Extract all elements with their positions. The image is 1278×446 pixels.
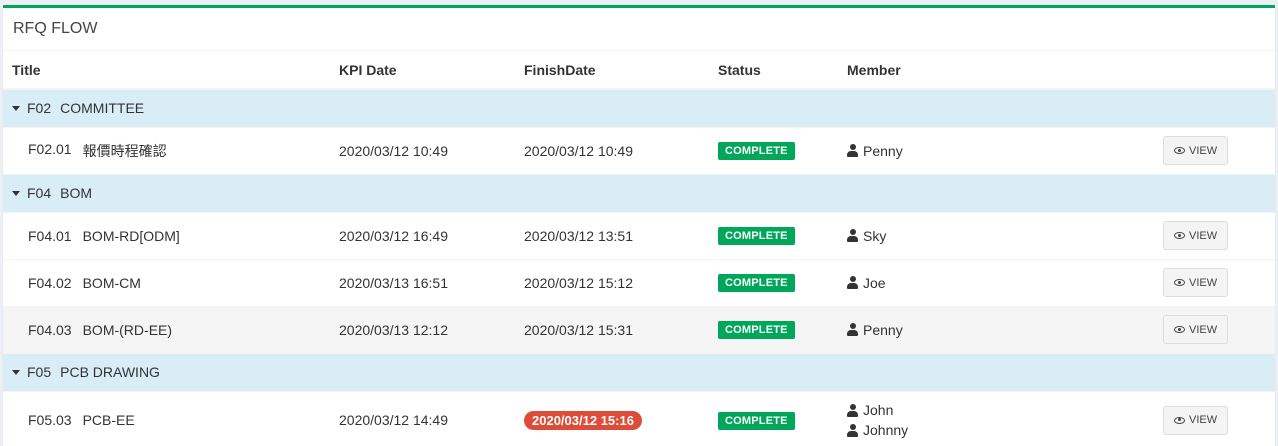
- kpi-date: 2020/03/13 16:51: [330, 258, 515, 306]
- view-button[interactable]: VIEW: [1163, 315, 1229, 344]
- group-name: PCB DRAWING: [60, 364, 160, 380]
- user-icon: [847, 403, 858, 417]
- column-header-kpi-date: KPI Date: [330, 51, 515, 90]
- status-badge: COMPLETE: [718, 321, 795, 339]
- finish-date: 2020/03/12 10:49: [524, 142, 633, 159]
- eye-icon: [1174, 279, 1185, 286]
- group-name: COMMITTEE: [60, 100, 145, 117]
- status-badge: COMPLETE: [718, 227, 795, 245]
- item-name: BOM-(RD-EE): [82, 321, 173, 338]
- member: John: [847, 402, 1145, 418]
- status-badge: COMPLETE: [718, 411, 795, 430]
- finish-date: 2020/03/12 15:12: [524, 274, 633, 291]
- item-code: F04.03: [28, 321, 72, 338]
- member-name: John: [863, 402, 894, 419]
- user-icon: [847, 144, 858, 157]
- table-row: F04.02 BOM-CM 2020/03/13 16:51 2020/03/12 1…: [3, 258, 1275, 306]
- item-code: F04.02: [28, 274, 72, 291]
- group-code: F04: [27, 185, 52, 201]
- member-name: Sky: [863, 227, 887, 244]
- rfq-flow-panel: RFQ FLOW Title KPI Date FinishDate Statu…: [3, 5, 1275, 446]
- view-button[interactable]: VIEW: [1163, 405, 1229, 435]
- kpi-date: 2020/03/12 16:49: [330, 211, 515, 259]
- user-icon: [847, 229, 858, 242]
- item-code: F04.01: [28, 227, 72, 244]
- finish-date: 2020/03/12 15:31: [524, 321, 633, 338]
- member-name: Johnny: [863, 422, 909, 439]
- view-label: VIEW: [1189, 229, 1218, 242]
- user-icon: [847, 276, 858, 289]
- view-label: VIEW: [1189, 323, 1218, 336]
- group-code: F02: [27, 100, 52, 117]
- panel-header: RFQ FLOW: [3, 8, 1275, 51]
- table-row: F02.01 報價時程確認 2020/03/12 10:49 2020/03/12 1…: [3, 126, 1275, 174]
- item-name: 報價時程確認: [82, 142, 167, 159]
- view-label: VIEW: [1189, 144, 1218, 157]
- caret-down-icon[interactable]: [12, 369, 20, 375]
- column-header-title: Title: [3, 51, 330, 90]
- kpi-date: 2020/03/12 10:49: [330, 126, 515, 174]
- user-icon: [847, 423, 858, 437]
- group-row[interactable]: F05 PCB DRAWING: [3, 352, 1275, 391]
- user-icon: [847, 323, 858, 336]
- item-name: PCB-EE: [82, 412, 135, 429]
- column-header-status: Status: [709, 51, 838, 90]
- view-button[interactable]: VIEW: [1163, 221, 1229, 250]
- eye-icon: [1174, 147, 1185, 154]
- member: Johnny: [847, 422, 1145, 438]
- group-code: F05: [27, 364, 52, 380]
- kpi-date: 2020/03/13 12:12: [330, 305, 515, 353]
- caret-down-icon[interactable]: [12, 106, 20, 112]
- kpi-date: 2020/03/12 14:49: [330, 390, 515, 446]
- member: Penny: [847, 322, 1145, 338]
- item-name: BOM-RD[ODM]: [82, 227, 180, 244]
- member-name: Penny: [863, 142, 903, 159]
- eye-icon: [1174, 326, 1185, 333]
- view-button[interactable]: VIEW: [1163, 268, 1229, 297]
- column-header-finish-date: FinishDate: [515, 51, 709, 90]
- view-button[interactable]: VIEW: [1163, 136, 1229, 165]
- group-name: BOM: [60, 185, 93, 201]
- view-label: VIEW: [1189, 414, 1218, 427]
- eye-icon: [1174, 416, 1185, 424]
- finish-date: 2020/03/12 13:51: [524, 227, 633, 244]
- status-badge: COMPLETE: [718, 274, 795, 292]
- finish-date-overdue: 2020/03/12 15:16: [524, 410, 642, 430]
- member: Sky: [847, 228, 1145, 244]
- column-header-member: Member: [838, 51, 1154, 90]
- table-header-row: Title KPI Date FinishDate Status Member: [3, 51, 1275, 90]
- item-code: F02.01: [28, 140, 72, 157]
- group-row[interactable]: F04 BOM: [3, 173, 1275, 212]
- eye-icon: [1174, 232, 1185, 239]
- member: Penny: [847, 143, 1145, 159]
- table-row: F04.03 BOM-(RD-EE) 2020/03/13 12:12 2020/03…: [3, 305, 1275, 353]
- item-name: BOM-CM: [82, 274, 141, 291]
- group-row[interactable]: F02 COMMITTEE: [3, 88, 1275, 127]
- panel-title: RFQ FLOW: [13, 20, 98, 37]
- member-name: Joe: [863, 274, 886, 291]
- table-row: F05.03 PCB-EE 2020/03/12 14:49 2020/03/12 1…: [3, 390, 1275, 446]
- member-name: Penny: [863, 321, 903, 338]
- rfq-flow-table: Title KPI Date FinishDate Status Member …: [3, 51, 1275, 446]
- view-label: VIEW: [1189, 276, 1218, 289]
- table-row: F04.01 BOM-RD[ODM] 2020/03/12 16:49 2020/03…: [3, 211, 1275, 259]
- caret-down-icon[interactable]: [12, 190, 20, 196]
- member: Joe: [847, 275, 1145, 291]
- column-header-action: [1154, 51, 1275, 90]
- status-badge: COMPLETE: [718, 142, 795, 160]
- item-code: F05.03: [28, 412, 72, 429]
